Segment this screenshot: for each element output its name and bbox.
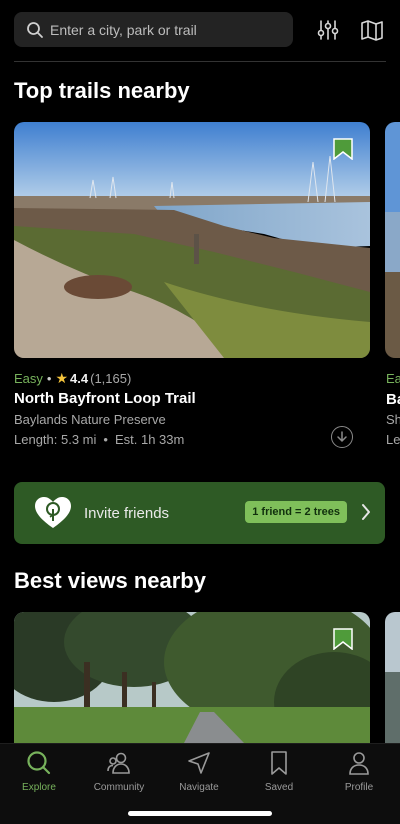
trail-duration: Est. 1h 33m bbox=[114, 432, 185, 447]
bookmark-button[interactable] bbox=[333, 628, 353, 651]
search-input[interactable] bbox=[50, 21, 280, 38]
trail-length: Length: 5.3 mi bbox=[14, 432, 97, 447]
tab-label: Profile bbox=[344, 782, 374, 793]
tab-label: Explore bbox=[22, 782, 56, 793]
tab-profile[interactable]: Profile bbox=[319, 750, 399, 793]
chevron-right-icon bbox=[362, 504, 370, 520]
bookmark-icon bbox=[333, 138, 353, 161]
trail-photo-next[interactable] bbox=[385, 122, 400, 358]
trail-stats: Length: 5.3 mi • Est. 1h 33m bbox=[14, 432, 184, 447]
section-title-best-views: Best views nearby bbox=[14, 568, 206, 593]
bookmark-button[interactable] bbox=[333, 138, 353, 161]
view-photo-next[interactable] bbox=[385, 612, 400, 743]
separator-dot: • bbox=[46, 371, 52, 386]
tab-navigate[interactable]: Navigate bbox=[159, 750, 239, 793]
download-button[interactable] bbox=[331, 426, 353, 448]
invite-label: Invite friends bbox=[84, 504, 170, 522]
peek-difficulty: Ea bbox=[386, 371, 400, 386]
peek-trail-name: Ba bbox=[386, 391, 400, 408]
park-name: Baylands Nature Preserve bbox=[14, 412, 166, 427]
search-icon bbox=[27, 751, 51, 775]
navigate-icon bbox=[188, 752, 210, 774]
trail-info-line: Easy • ★ 4.4 (1,165) bbox=[14, 370, 131, 387]
bookmark-icon bbox=[271, 751, 287, 775]
tab-explore[interactable]: Explore bbox=[0, 750, 79, 793]
trail-name[interactable]: North Bayfront Loop Trail bbox=[14, 390, 196, 407]
tab-saved[interactable]: Saved bbox=[239, 750, 319, 793]
heart-tree-icon bbox=[35, 497, 71, 528]
search-bar[interactable] bbox=[14, 12, 293, 47]
sliders-icon bbox=[317, 20, 339, 40]
peek-park-name: Sh bbox=[386, 412, 400, 427]
tab-label: Community bbox=[93, 782, 145, 793]
invite-friends-banner[interactable]: Invite friends 1 friend = 2 trees bbox=[14, 482, 385, 544]
divider bbox=[14, 61, 386, 62]
person-icon bbox=[349, 752, 369, 775]
invite-badge: 1 friend = 2 trees bbox=[245, 501, 347, 523]
peek-trail-length: Le bbox=[386, 432, 400, 447]
map-button[interactable] bbox=[358, 16, 386, 44]
view-photo[interactable] bbox=[14, 612, 370, 743]
home-indicator bbox=[128, 811, 272, 816]
tab-label: Navigate bbox=[179, 782, 219, 793]
filter-button[interactable] bbox=[314, 16, 342, 44]
people-icon bbox=[107, 752, 130, 774]
bookmark-icon bbox=[333, 628, 353, 651]
separator-dot: • bbox=[103, 432, 108, 447]
section-title-top-trails: Top trails nearby bbox=[14, 78, 190, 103]
rating-count: (1,165) bbox=[90, 371, 132, 386]
rating-value: 4.4 bbox=[70, 371, 89, 386]
download-icon bbox=[337, 431, 347, 442]
difficulty-label: Easy bbox=[14, 371, 43, 386]
star-icon: ★ bbox=[55, 370, 69, 386]
search-icon bbox=[26, 21, 44, 39]
map-icon bbox=[361, 20, 383, 41]
trail-photo[interactable] bbox=[14, 122, 370, 358]
tab-label: Saved bbox=[264, 782, 294, 793]
tab-community[interactable]: Community bbox=[79, 750, 159, 793]
